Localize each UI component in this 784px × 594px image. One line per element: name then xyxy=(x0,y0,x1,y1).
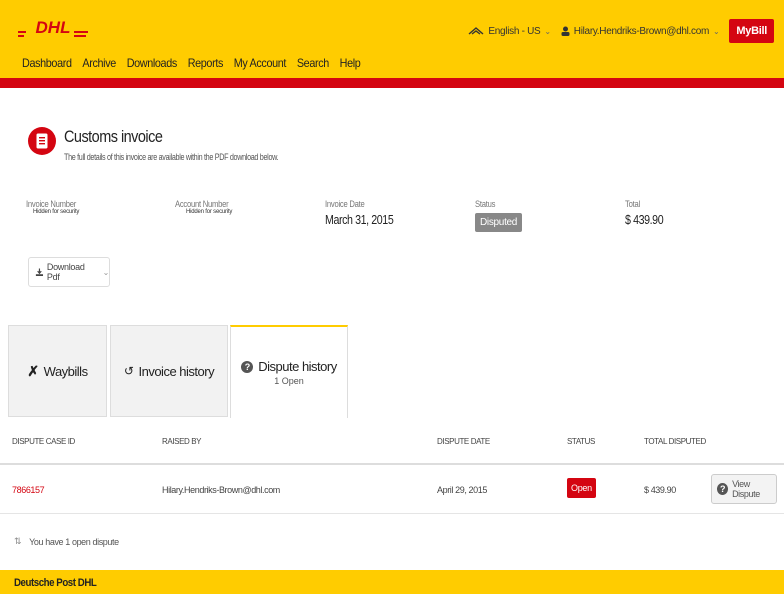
view-dispute-button[interactable]: ? View Dispute xyxy=(711,474,777,504)
status-badge: Disputed xyxy=(475,213,523,232)
status-label: Status xyxy=(475,199,496,209)
user-menu[interactable]: Hilary.Hendriks-Brown@dhl.com ⌄ xyxy=(561,26,720,37)
invoice-number-label: Invoice Number xyxy=(26,199,77,209)
total-disputed-value: $ 439.90 xyxy=(644,485,676,495)
invoice-date-value: March 31, 2015 xyxy=(325,212,394,227)
download-pdf-label: Download Pdf xyxy=(46,262,85,282)
question-icon: ? xyxy=(241,360,254,373)
account-number-value: Hidden for security xyxy=(186,209,233,215)
table-row: 7866157 Hilary.Hendriks-Brown@dhl.com Ap… xyxy=(0,466,784,514)
main-nav: Dashboard Archive Downloads Reports My A… xyxy=(22,56,361,70)
column-header-dispute-date[interactable]: Dispute Date xyxy=(437,437,490,446)
tab-invoice-history-label: Invoice history xyxy=(138,363,215,379)
user-icon xyxy=(561,26,570,36)
dhl-logo[interactable]: DHL xyxy=(18,16,88,40)
top-header: DHL English - US ⌄ Hilary.Hendriks-Brown… xyxy=(0,0,784,78)
user-email: Hilary.Hendriks-Brown@dhl.com xyxy=(573,25,710,37)
language-label: English - US xyxy=(488,25,541,37)
total-label: Total xyxy=(625,199,640,209)
header-divider xyxy=(0,78,784,88)
download-pdf-button[interactable]: Download Pdf ⌄ xyxy=(28,257,110,287)
column-header-status[interactable]: Status xyxy=(567,437,595,446)
tab-dispute-history-label: Dispute history xyxy=(258,359,337,374)
globe-icon xyxy=(468,27,484,35)
column-header-total-disputed[interactable]: Total Disputed xyxy=(644,437,706,446)
history-icon: ↺ xyxy=(123,364,134,378)
nav-search[interactable]: Search xyxy=(297,56,329,70)
dispute-date-value: April 29, 2015 xyxy=(437,485,487,495)
tab-dispute-history-count: 1 Open xyxy=(274,376,304,386)
sort-icon: ⇅ xyxy=(14,536,22,546)
tab-waybills-label: Waybills xyxy=(43,363,88,379)
chevron-down-icon: ⌄ xyxy=(544,26,551,36)
header-tools: English - US ⌄ Hilary.Hendriks-Brown@dhl… xyxy=(468,19,774,43)
tab-bar: ✗ Waybills ↺ Invoice history ? Dispute h… xyxy=(8,325,784,418)
mybill-button[interactable]: MyBill xyxy=(729,19,774,43)
dispute-case-id-link[interactable]: 7866157 xyxy=(12,485,45,495)
table-header: Dispute Case ID Raised By Dispute Date S… xyxy=(0,417,784,465)
nav-archive[interactable]: Archive xyxy=(82,56,116,70)
question-icon: ? xyxy=(717,483,729,495)
language-selector[interactable]: English - US ⌄ xyxy=(468,25,551,37)
nav-reports[interactable]: Reports xyxy=(188,56,224,70)
invoice-date-label: Invoice Date xyxy=(325,199,365,209)
footer: Deutsche Post DHL xyxy=(0,570,784,594)
view-dispute-label: View Dispute xyxy=(732,479,760,499)
status-badge-open: Open xyxy=(567,478,596,498)
svg-text:DHL: DHL xyxy=(36,18,71,37)
invoice-number-value: Hidden for security xyxy=(33,209,80,215)
column-header-case-id[interactable]: Dispute Case ID xyxy=(12,437,75,446)
chevron-down-icon: ⌄ xyxy=(102,267,110,277)
page-title: Customs invoice xyxy=(64,127,163,146)
invoice-icon xyxy=(28,127,56,155)
nav-my-account[interactable]: My Account xyxy=(234,56,287,70)
waybills-icon: ✗ xyxy=(27,362,39,379)
tab-dispute-history[interactable]: ? Dispute history 1 Open xyxy=(230,325,348,418)
total-value: $ 439.90 xyxy=(625,212,664,227)
raised-by-value: Hilary.Hendriks-Brown@dhl.com xyxy=(162,485,280,495)
nav-downloads[interactable]: Downloads xyxy=(127,56,178,70)
account-number-label: Account Number xyxy=(175,199,229,209)
nav-help[interactable]: Help xyxy=(340,56,361,70)
page-subtitle: The full details of this invoice are ava… xyxy=(64,152,279,162)
download-icon xyxy=(35,268,44,277)
footer-brand: Deutsche Post DHL xyxy=(14,577,97,589)
tab-waybills[interactable]: ✗ Waybills xyxy=(8,325,107,417)
dispute-summary: ⇅ You have 1 open dispute xyxy=(14,536,119,547)
column-header-raised-by[interactable]: Raised By xyxy=(162,437,201,446)
nav-dashboard[interactable]: Dashboard xyxy=(22,56,72,70)
tab-invoice-history[interactable]: ↺ Invoice history xyxy=(110,325,228,417)
dispute-summary-text: You have 1 open dispute xyxy=(29,536,119,547)
chevron-down-icon: ⌄ xyxy=(713,26,720,36)
